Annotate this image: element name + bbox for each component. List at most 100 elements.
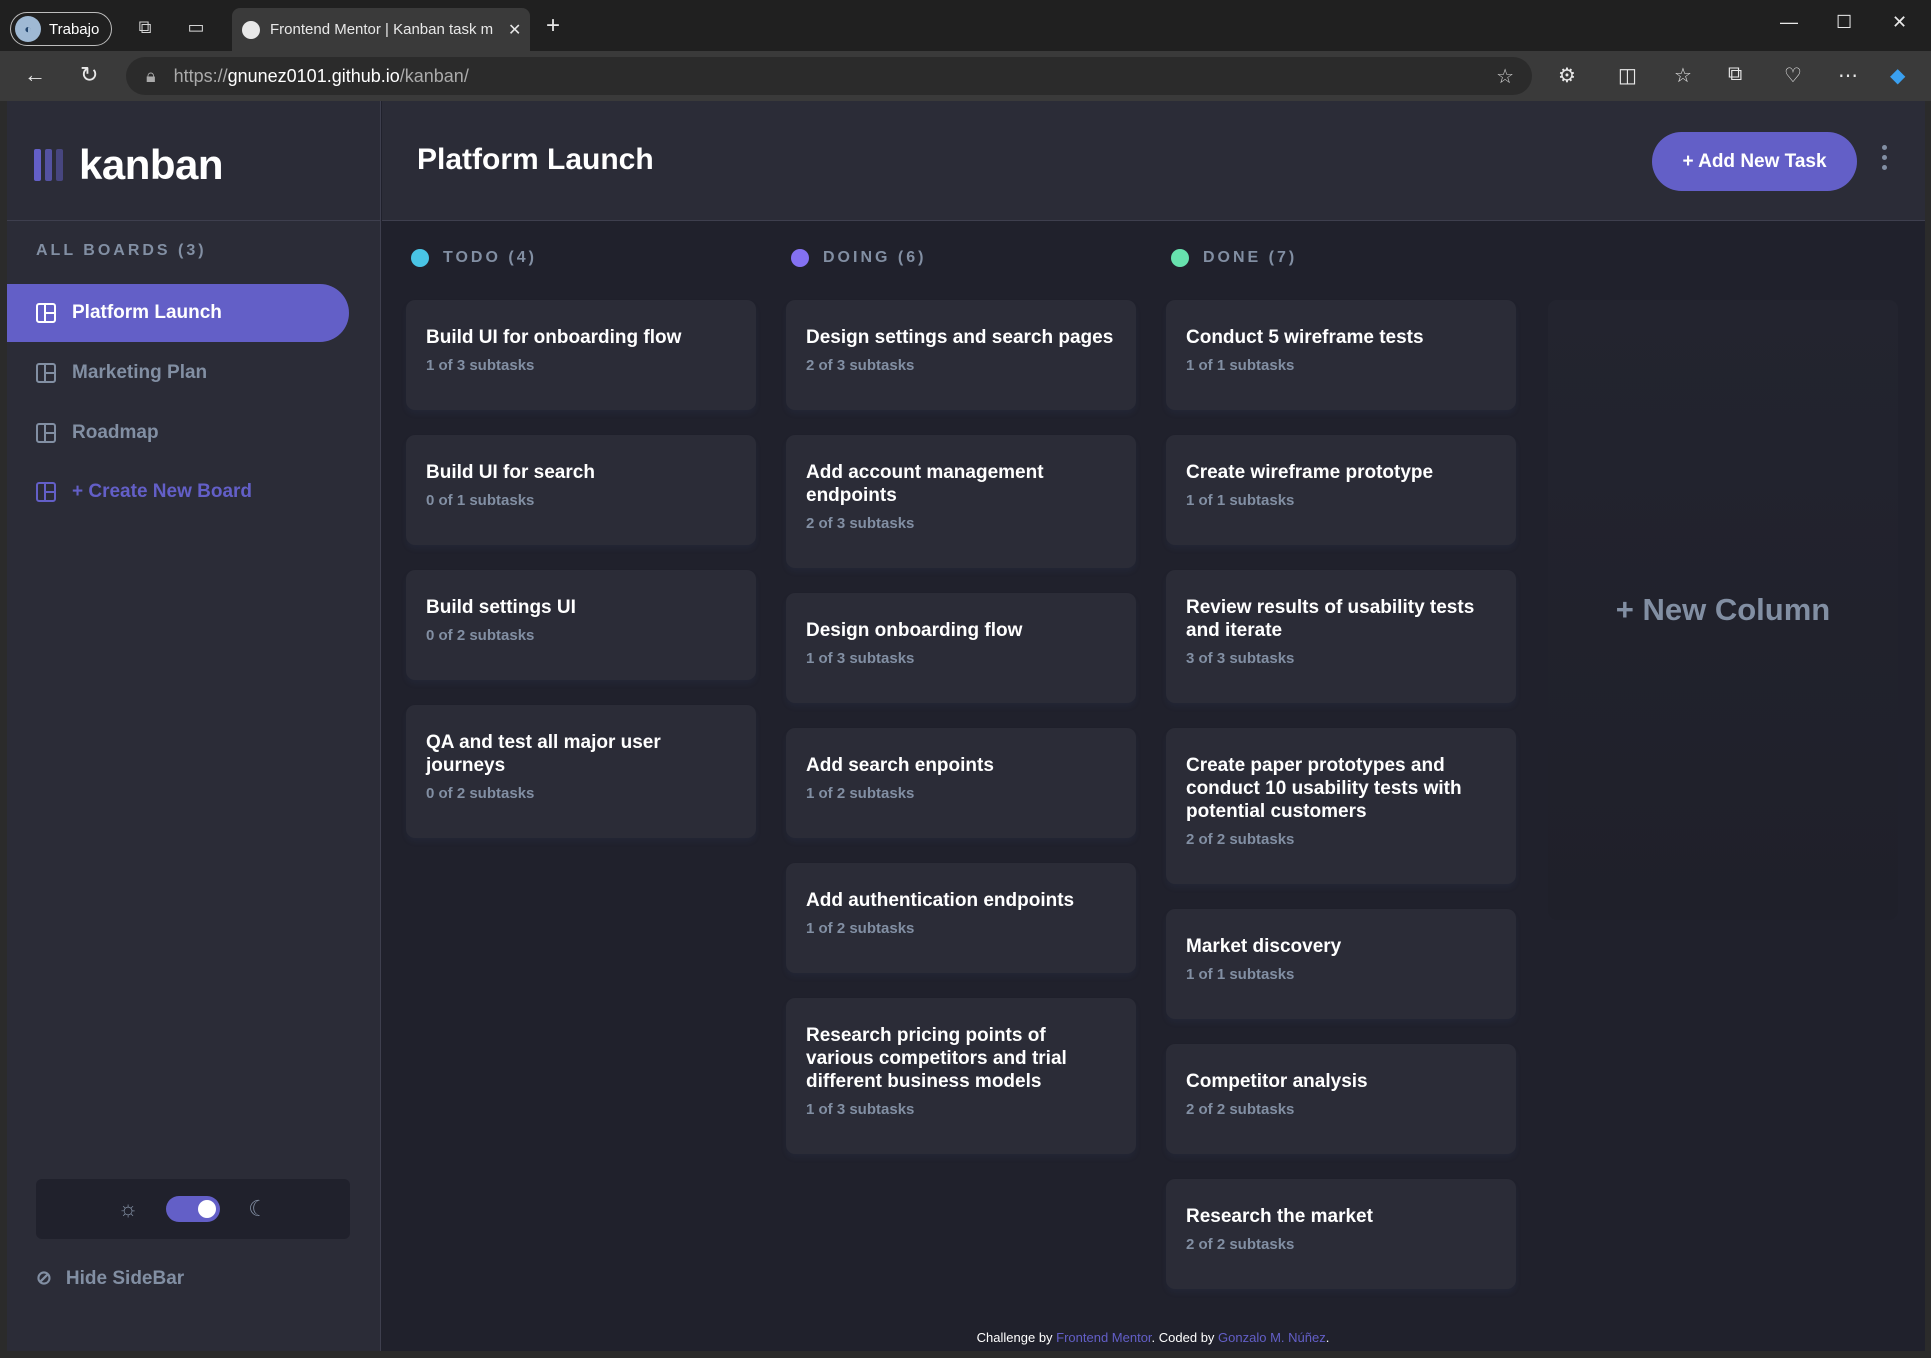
column-title: TODO (4) xyxy=(443,249,537,266)
workspaces-icon[interactable]: ⧉ xyxy=(132,14,158,40)
task-card[interactable]: Add account management endpoints 2 of 3 … xyxy=(786,435,1136,568)
hide-sidebar-label: Hide SideBar xyxy=(65,1267,185,1289)
tab-title: Frontend Mentor | Kanban task m xyxy=(270,21,494,38)
sidebar-item-roadmap[interactable]: Roadmap xyxy=(7,404,349,462)
task-card[interactable]: Add authentication endpoints 1 of 2 subt… xyxy=(786,863,1136,973)
address-field[interactable]: 🔒︎ https://gnunez0101.github.io/kanban/ … xyxy=(126,57,1532,95)
tab-favicon-icon xyxy=(242,20,260,39)
task-title: QA and test all major user journeys xyxy=(426,732,661,776)
new-tab-icon[interactable]: + xyxy=(546,14,560,38)
task-title: Competitor analysis xyxy=(1186,1071,1368,1092)
reload-icon[interactable]: ↻ xyxy=(80,64,98,86)
maximize-icon[interactable]: ☐ xyxy=(1836,12,1852,33)
profile-label: Trabajo xyxy=(49,20,100,38)
task-card[interactable]: Create paper prototypes and conduct 10 u… xyxy=(1166,728,1516,884)
sidebar-item-platform-launch[interactable]: Platform Launch xyxy=(7,284,349,342)
task-title: Add authentication endpoints xyxy=(806,890,1075,911)
add-new-task-button[interactable]: + Add New Task xyxy=(1652,132,1857,191)
back-icon[interactable]: ← xyxy=(24,64,46,86)
copilot-icon[interactable]: ◆ xyxy=(1890,63,1905,88)
tab-close-icon[interactable]: ✕ xyxy=(508,20,521,40)
task-card[interactable]: Design onboarding flow 1 of 3 subtasks xyxy=(786,593,1136,703)
task-card[interactable]: Build settings UI 0 of 2 subtasks xyxy=(406,570,756,680)
task-subtasks: 2 of 2 subtasks xyxy=(1186,1236,1295,1253)
profile-button[interactable]: ◐ Trabajo xyxy=(10,12,112,46)
task-card[interactable]: Build UI for onboarding flow 1 of 3 subt… xyxy=(406,300,756,410)
collections-icon[interactable]: ⧉ xyxy=(1728,63,1742,86)
task-card[interactable]: Research the market 2 of 2 subtasks xyxy=(1166,1179,1516,1289)
task-subtasks: 2 of 3 subtasks xyxy=(806,357,915,374)
todo-dot-icon xyxy=(411,249,429,267)
profile-avatar-icon: ◐ xyxy=(15,16,41,42)
kanban-app: kanban ALL BOARDS (3) Platform Launch Ma… xyxy=(7,101,1925,1351)
moon-icon: ☾ xyxy=(248,1196,268,1221)
task-title: Add account management endpoints xyxy=(806,462,1044,506)
task-title: Build settings UI xyxy=(426,597,576,618)
task-subtasks: 2 of 2 subtasks xyxy=(1186,1101,1295,1118)
task-card[interactable]: Competitor analysis 2 of 2 subtasks xyxy=(1166,1044,1516,1154)
board-icon xyxy=(36,303,56,323)
board-header: Platform Launch + Add New Task xyxy=(382,101,1925,221)
column-header-todo: TODO (4) xyxy=(411,249,537,267)
hide-sidebar-button[interactable]: ⊘ Hide SideBar xyxy=(36,1267,184,1290)
task-subtasks: 1 of 1 subtasks xyxy=(1186,492,1295,509)
lock-icon: 🔒︎ xyxy=(146,65,156,86)
task-card[interactable]: Conduct 5 wireframe tests 1 of 1 subtask… xyxy=(1166,300,1516,410)
window-close-icon[interactable]: ✕ xyxy=(1892,12,1907,33)
sidebar: kanban ALL BOARDS (3) Platform Launch Ma… xyxy=(7,101,381,1351)
page-title: Platform Launch xyxy=(417,143,654,176)
task-card[interactable]: Build UI for search 0 of 1 subtasks xyxy=(406,435,756,545)
task-card[interactable]: Create wireframe prototype 1 of 1 subtas… xyxy=(1166,435,1516,545)
task-card[interactable]: Add search enpoints 1 of 2 subtasks xyxy=(786,728,1136,838)
create-new-board-button[interactable]: + Create New Board xyxy=(7,463,349,521)
footer-suffix: . xyxy=(1325,1330,1330,1345)
footer-credits: Challenge by Frontend Mentor. Coded by G… xyxy=(381,1330,1925,1345)
eye-slash-icon: ⊘ xyxy=(36,1268,52,1289)
task-card[interactable]: Research pricing points of various compe… xyxy=(786,998,1136,1154)
board-icon xyxy=(36,482,56,502)
favorites-icon[interactable]: ☆ xyxy=(1674,63,1692,88)
logo: kanban xyxy=(34,141,224,189)
sidebar-item-label: Marketing Plan xyxy=(72,362,208,383)
task-title: Design settings and search pages xyxy=(806,327,1114,348)
task-card[interactable]: QA and test all major user journeys 0 of… xyxy=(406,705,756,838)
task-subtasks: 1 of 3 subtasks xyxy=(426,357,535,374)
column-title: DONE (7) xyxy=(1203,249,1298,266)
task-title: Create paper prototypes and conduct 10 u… xyxy=(1186,755,1462,822)
task-subtasks: 1 of 2 subtasks xyxy=(806,920,915,937)
tab-actions-icon[interactable]: ▭ xyxy=(183,14,209,40)
task-subtasks: 1 of 3 subtasks xyxy=(806,1101,915,1118)
favorite-star-icon[interactable]: ☆ xyxy=(1496,64,1514,89)
theme-toggle[interactable] xyxy=(166,1196,221,1222)
task-subtasks: 2 of 2 subtasks xyxy=(1186,831,1295,848)
task-subtasks: 1 of 1 subtasks xyxy=(1186,357,1295,374)
extensions-icon[interactable]: ⚙ xyxy=(1558,63,1576,88)
new-column-button[interactable]: + New Column xyxy=(1548,300,1898,920)
board-icon xyxy=(36,423,56,443)
task-card[interactable]: Market discovery 1 of 1 subtasks xyxy=(1166,909,1516,1019)
task-subtasks: 0 of 1 subtasks xyxy=(426,492,535,509)
theme-switcher: ☼ ☾ xyxy=(36,1179,350,1239)
board-menu-icon[interactable] xyxy=(1882,145,1887,170)
task-title: Create wireframe prototype xyxy=(1186,462,1434,483)
task-card[interactable]: Review results of usability tests and it… xyxy=(1166,570,1516,703)
more-options-icon[interactable]: ⋯ xyxy=(1838,63,1858,88)
browser-essentials-icon[interactable]: ♡ xyxy=(1784,63,1802,88)
frontend-mentor-link[interactable]: Frontend Mentor xyxy=(1056,1330,1151,1345)
task-subtasks: 3 of 3 subtasks xyxy=(1186,650,1295,667)
sidebar-item-marketing-plan[interactable]: Marketing Plan xyxy=(7,344,349,402)
author-link[interactable]: Gonzalo M. Núñez xyxy=(1218,1330,1326,1345)
task-title: Review results of usability tests and it… xyxy=(1186,597,1475,641)
logo-bars-icon xyxy=(34,149,63,181)
task-card[interactable]: Design settings and search pages 2 of 3 … xyxy=(786,300,1136,410)
task-subtasks: 1 of 2 subtasks xyxy=(806,785,915,802)
footer-prefix: Challenge by xyxy=(976,1330,1057,1345)
browser-tab-active[interactable]: Frontend Mentor | Kanban task m ✕ xyxy=(232,8,530,51)
task-title: Add search enpoints xyxy=(806,755,994,776)
task-subtasks: 0 of 2 subtasks xyxy=(426,627,535,644)
board-icon xyxy=(36,363,56,383)
split-screen-icon[interactable]: ◫ xyxy=(1618,63,1637,88)
column-title: DOING (6) xyxy=(823,249,927,266)
sidebar-item-label: Platform Launch xyxy=(72,302,222,323)
minimize-icon[interactable]: — xyxy=(1780,12,1798,33)
